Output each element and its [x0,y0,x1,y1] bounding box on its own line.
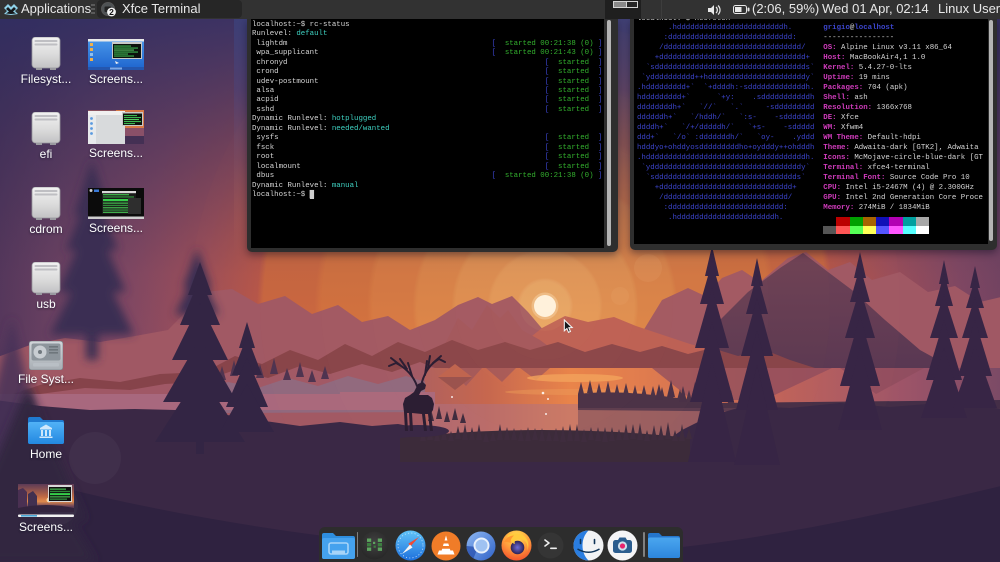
svg-text:2: 2 [109,7,114,17]
